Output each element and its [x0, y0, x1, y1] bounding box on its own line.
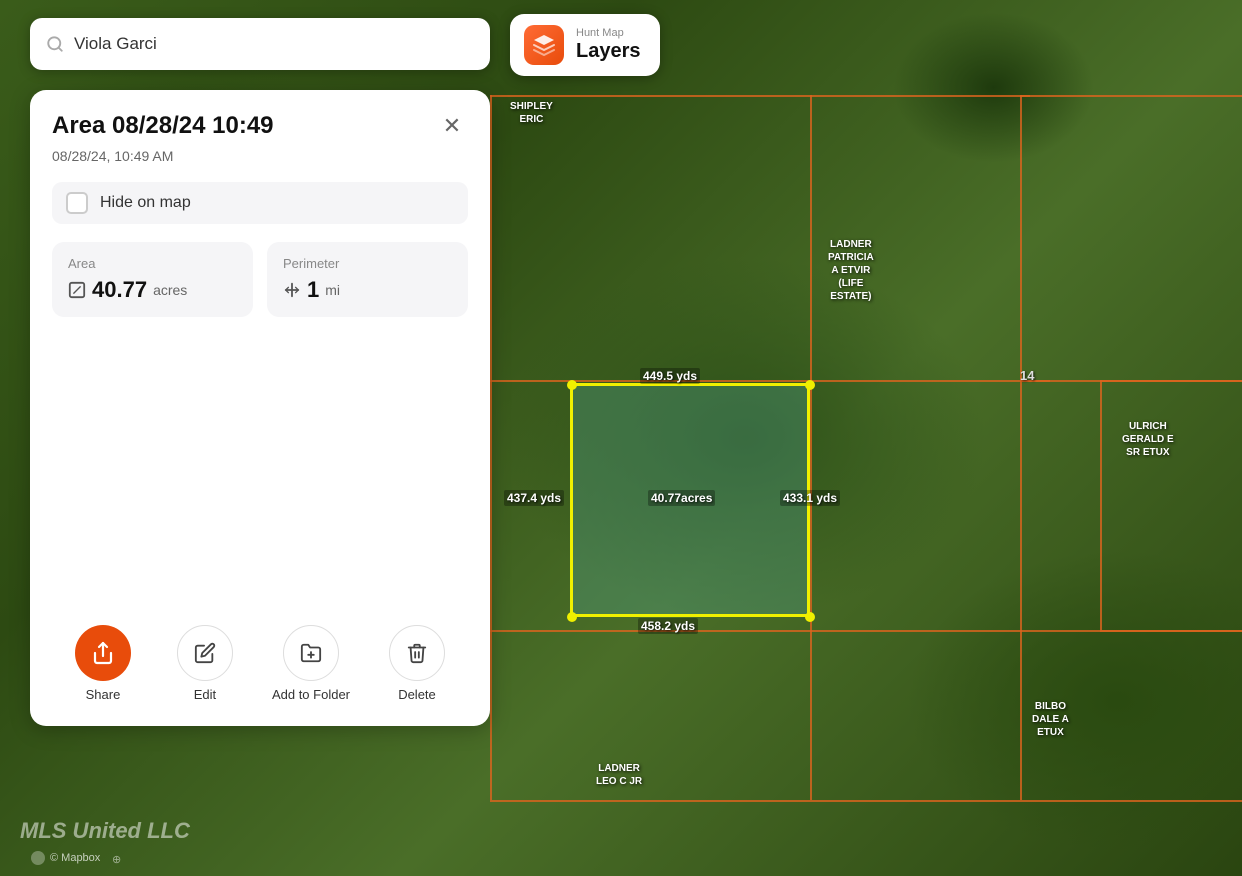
delete-icon	[406, 642, 428, 664]
add-to-folder-button[interactable]: Add to Folder	[272, 625, 350, 702]
hide-on-map-checkbox[interactable]	[66, 192, 88, 214]
map-label-shipley: SHIPLEYERIC	[510, 100, 553, 126]
edit-label: Edit	[194, 687, 216, 702]
share-label: Share	[86, 687, 121, 702]
share-button[interactable]: Share	[68, 625, 138, 702]
action-row: Share Edit Add to Folder	[52, 617, 468, 702]
hide-map-row: Hide on map	[52, 182, 468, 224]
edit-button[interactable]: Edit	[170, 625, 240, 702]
add-to-folder-icon	[300, 642, 322, 664]
layers-icon-wrapper	[524, 25, 564, 65]
grip-icon: ⊕	[112, 853, 121, 866]
delete-icon-wrapper	[389, 625, 445, 681]
add-to-folder-icon-wrapper	[283, 625, 339, 681]
layers-subtitle: Hunt Map	[576, 28, 624, 39]
panel-header: Area 08/28/24 10:49 ✕	[52, 112, 468, 142]
measurement-center: 40.77acres	[648, 490, 715, 506]
area-label: Area	[68, 256, 237, 271]
area-unit: acres	[153, 282, 187, 298]
layers-text: Hunt Map Layers	[576, 28, 641, 63]
search-bar: Viola Garci	[30, 18, 490, 70]
measurement-right: 433.1 yds	[780, 490, 840, 506]
mapbox-logo: © Mapbox	[30, 850, 100, 866]
perimeter-icon	[283, 281, 301, 299]
perimeter-value-row: 1 mi	[283, 277, 452, 303]
perimeter-value: 1	[307, 277, 319, 303]
close-button[interactable]: ✕	[436, 110, 468, 142]
edit-icon-wrapper	[177, 625, 233, 681]
measurement-left: 437.4 yds	[504, 490, 564, 506]
search-input[interactable]: Viola Garci	[74, 34, 474, 54]
area-icon	[68, 281, 86, 299]
map-label-bilbo: BILBODALE AETUX	[1032, 700, 1069, 739]
layers-title: Layers	[576, 39, 641, 63]
search-icon	[46, 35, 64, 53]
mls-watermark: MLS United LLC	[20, 818, 190, 844]
map-label-ladner-patricia: LADNERPATRICIAA ETVIR(LIFEESTATE)	[828, 238, 874, 303]
perimeter-label: Perimeter	[283, 256, 452, 271]
panel-spacer	[52, 337, 468, 617]
map-label-ladner-leo: LADNERLEO C JR	[596, 762, 642, 788]
edit-icon	[194, 642, 216, 664]
share-icon-wrapper	[75, 625, 131, 681]
perimeter-stat-card: Perimeter 1 mi	[267, 242, 468, 317]
perimeter-unit: mi	[325, 282, 340, 298]
detail-panel: Area 08/28/24 10:49 ✕ 08/28/24, 10:49 AM…	[30, 90, 490, 726]
hide-map-label: Hide on map	[100, 194, 191, 212]
area-stat-card: Area 40.77 acres	[52, 242, 253, 317]
delete-button[interactable]: Delete	[382, 625, 452, 702]
layers-icon	[532, 33, 556, 57]
map-number-14: 14	[1020, 368, 1034, 383]
panel-title: Area 08/28/24 10:49	[52, 112, 274, 141]
layers-button[interactable]: Hunt Map Layers	[510, 14, 660, 76]
stats-row: Area 40.77 acres Perimeter	[52, 242, 468, 317]
share-icon	[91, 641, 115, 665]
area-value: 40.77	[92, 277, 147, 303]
measurement-top: 449.5 yds	[640, 368, 700, 384]
add-to-folder-label: Add to Folder	[272, 687, 350, 702]
map-label-ulrich: ULRICHGERALD ESR ETUX	[1122, 420, 1174, 459]
delete-label: Delete	[398, 687, 436, 702]
panel-date: 08/28/24, 10:49 AM	[52, 148, 468, 164]
area-value-row: 40.77 acres	[68, 277, 237, 303]
measurement-bottom: 458.2 yds	[638, 618, 698, 634]
